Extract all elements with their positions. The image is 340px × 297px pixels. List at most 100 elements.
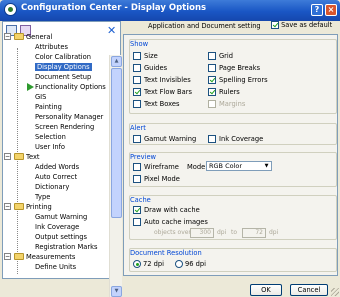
- app-icon: [4, 3, 17, 16]
- tree-item-label: Document Setup: [35, 73, 92, 81]
- objects-over-label: objects over: [154, 229, 191, 236]
- show-page-breaks-checkbox[interactable]: Page Breaks: [208, 63, 260, 73]
- tree-item-label: Registration Marks: [35, 243, 98, 251]
- show-rulers-checkbox[interactable]: Rulers: [208, 87, 240, 97]
- scroll-up-button[interactable]: ▲: [111, 56, 122, 67]
- resize-grip[interactable]: [331, 288, 339, 296]
- gamut-warning-checkbox[interactable]: Gamut Warning: [133, 134, 196, 144]
- tree-item-painting[interactable]: Painting: [35, 102, 62, 112]
- resolution-72-radio[interactable]: 72 dpi: [133, 259, 164, 269]
- collapse-icon[interactable]: −: [4, 253, 11, 260]
- tree-folder-label: Text: [26, 153, 40, 161]
- show-grid-checkbox[interactable]: Grid: [208, 51, 233, 61]
- delete-icon[interactable]: ✕: [107, 25, 118, 36]
- tree-item-label: Define Units: [35, 263, 77, 271]
- tree-item-label: Color Calibration: [35, 53, 91, 61]
- tree-item-added-words[interactable]: Added Words: [35, 162, 79, 172]
- show-margins-checkbox: Margins: [208, 99, 245, 109]
- show-guides-checkbox[interactable]: Guides: [133, 63, 167, 73]
- tree-item-label: Dictionary: [35, 183, 70, 191]
- wireframe-checkbox[interactable]: Wireframe: [133, 162, 179, 172]
- tree-item-gis[interactable]: GIS: [35, 92, 46, 102]
- to-dpi-input[interactable]: 72: [242, 228, 266, 238]
- mode-dropdown[interactable]: RGB Color ▼: [206, 161, 272, 171]
- preview-group-title: Preview: [130, 153, 157, 161]
- tree-item-registration-marks[interactable]: Registration Marks: [35, 242, 97, 252]
- tree-folder-label: Measurements: [26, 253, 76, 261]
- alert-group-title: Alert: [130, 124, 146, 132]
- tree-item-label: GIS: [35, 93, 47, 101]
- auto-cache-images-checkbox[interactable]: Auto cache images: [133, 217, 208, 227]
- dpi-label-2: dpi: [269, 229, 279, 236]
- tree-item-user-info[interactable]: User Info: [35, 142, 65, 152]
- tree-item-dictionary[interactable]: Dictionary: [35, 182, 69, 192]
- button-bar: OK Cancel: [0, 279, 340, 297]
- tree-item-selection[interactable]: Selection: [35, 132, 66, 142]
- tree-item-output-settings[interactable]: Output settings: [35, 232, 87, 242]
- tree-scrollbar[interactable]: ▲ ▼: [109, 55, 122, 297]
- category-tree-panel: ✕ − General Attributes Color Calibration Dis…: [2, 21, 122, 297]
- collapse-icon[interactable]: −: [4, 153, 11, 160]
- help-button[interactable]: ?: [311, 4, 323, 16]
- tree-item-screen-rendering[interactable]: Screen Rendering: [35, 122, 94, 132]
- folder-icon: [14, 203, 24, 210]
- tree-item-label: Display Options: [35, 63, 92, 71]
- save-as-default-label: Save as default: [281, 21, 333, 29]
- title-bar[interactable]: Configuration Center - Display Options ?…: [0, 0, 340, 21]
- draw-with-cache-checkbox[interactable]: Draw with cache: [133, 205, 200, 215]
- tree-item-define-units[interactable]: Define Units: [35, 262, 76, 272]
- mode-label: Mode:: [187, 163, 208, 171]
- tree-item-color-calibration[interactable]: Color Calibration: [35, 52, 91, 62]
- show-size-checkbox[interactable]: Size: [133, 51, 158, 61]
- tree-item-auto-correct[interactable]: Auto Correct: [35, 172, 77, 182]
- show-text-invisibles-checkbox[interactable]: Text Invisibles: [133, 75, 191, 85]
- settings-panel: Application and Document setting Save as…: [122, 21, 340, 279]
- collapse-icon[interactable]: −: [4, 33, 11, 40]
- show-spelling-errors-checkbox[interactable]: Spelling Errors: [208, 75, 268, 85]
- pixel-mode-checkbox[interactable]: Pixel Mode: [133, 174, 180, 184]
- tree-item-gamut-warning[interactable]: Gamut Warning: [35, 212, 87, 222]
- tree-item-label: Selection: [35, 133, 66, 141]
- current-page-arrow-icon: [27, 83, 34, 91]
- tree-item-label: Output settings: [35, 233, 88, 241]
- tree-folder-label: Printing: [26, 203, 52, 211]
- tree-item-functionality-options[interactable]: Functionality Options: [35, 82, 106, 92]
- category-tree: − General Attributes Color Calibration Displ…: [4, 32, 108, 278]
- objects-over-input[interactable]: 300: [190, 228, 214, 238]
- resolution-group-title: Document Resolution: [130, 249, 202, 257]
- tree-item-type[interactable]: Type: [35, 192, 50, 202]
- resolution-96-radio[interactable]: 96 dpi: [175, 259, 206, 269]
- tree-item-display-options[interactable]: Display Options: [35, 62, 92, 72]
- tree-item-label: Painting: [35, 103, 62, 111]
- tree-item-label: Ink Coverage: [35, 223, 80, 231]
- cancel-button[interactable]: Cancel: [290, 284, 328, 296]
- tree-item-ink-coverage[interactable]: Ink Coverage: [35, 222, 79, 232]
- dpi-label: dpi: [217, 229, 227, 236]
- ok-button[interactable]: OK: [250, 284, 282, 296]
- folder-icon: [14, 33, 24, 40]
- tree-item-label: Auto Correct: [35, 173, 78, 181]
- tree-item-label: Attributes: [35, 43, 69, 51]
- chevron-down-icon[interactable]: ▼: [262, 162, 271, 170]
- window-title: Configuration Center - Display Options: [21, 3, 207, 13]
- tree-item-attributes[interactable]: Attributes: [35, 42, 68, 52]
- cache-group-title: Cache: [130, 196, 151, 204]
- folder-icon: [14, 153, 24, 160]
- show-text-flow-bars-checkbox[interactable]: Text Flow Bars: [133, 87, 192, 97]
- to-label: to: [231, 229, 238, 236]
- tree-item-document-setup[interactable]: Document Setup: [35, 72, 91, 82]
- collapse-icon[interactable]: −: [4, 203, 11, 210]
- tree-item-label: Personality Manager: [35, 113, 104, 121]
- tree-item-label: Screen Rendering: [35, 123, 95, 131]
- show-text-boxes-checkbox[interactable]: Text Boxes: [133, 99, 179, 109]
- save-as-default-checkbox[interactable]: Save as default: [271, 21, 332, 29]
- tree-item-personality-manager[interactable]: Personality Manager: [35, 112, 103, 122]
- close-window-button[interactable]: ×: [325, 4, 337, 16]
- scroll-thumb[interactable]: [111, 68, 122, 218]
- save-as-default-check[interactable]: [271, 21, 279, 29]
- ink-coverage-checkbox[interactable]: Ink Coverage: [208, 134, 263, 144]
- tree-item-label: Added Words: [35, 163, 80, 171]
- settings-header: Application and Document setting: [148, 22, 261, 30]
- folder-icon: [14, 253, 24, 260]
- tree-item-label: Gamut Warning: [35, 213, 88, 221]
